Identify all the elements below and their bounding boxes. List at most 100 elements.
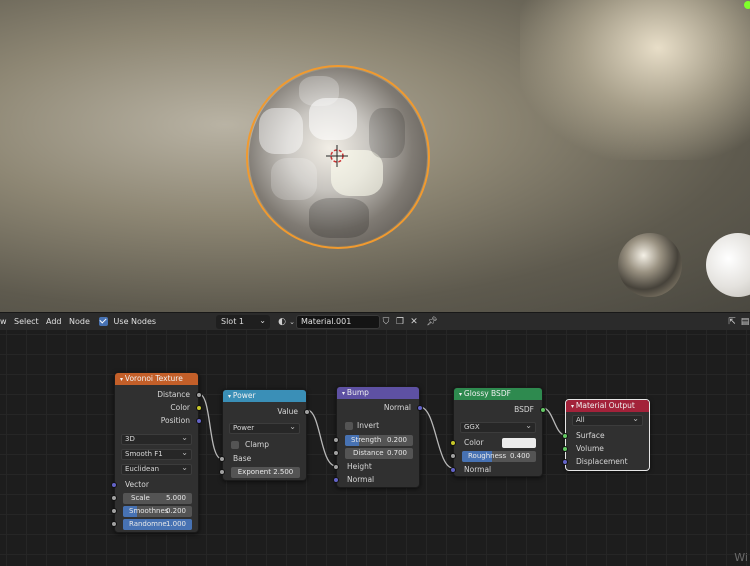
socket-vector-in[interactable] (111, 482, 117, 488)
node-title[interactable]: Bump (337, 387, 419, 399)
3d-cursor-icon (326, 145, 348, 167)
menu-select[interactable]: Select (14, 313, 39, 331)
power-math-node[interactable]: Power Value Power Clamp Base Exponent 2.… (219, 389, 310, 481)
output-normal: Normal (383, 403, 411, 412)
clamp-toggle[interactable]: Clamp (223, 439, 306, 450)
parent-node-tree-icon[interactable]: ⇱ (726, 316, 738, 328)
socket-exponent-in[interactable] (219, 469, 225, 475)
socket-distance-out[interactable] (196, 392, 202, 398)
node-editor-canvas[interactable]: Voronoi Texture Distance Color Position … (0, 330, 750, 566)
reflection-preview-sphere (618, 233, 682, 297)
input-height: Height (347, 462, 372, 471)
output-distance: Distance (157, 390, 190, 399)
distance-value: 0.700 (386, 449, 407, 457)
input-vector: Vector (125, 480, 149, 489)
node-title[interactable]: Voronoi Texture (115, 373, 198, 385)
operation-dropdown[interactable]: Power (229, 422, 300, 434)
socket-displacement-in[interactable] (562, 459, 568, 465)
clamp-checkbox[interactable] (231, 441, 239, 449)
menu-node[interactable]: Node (69, 313, 90, 331)
invert-toggle[interactable]: Invert (337, 420, 419, 431)
input-volume: Volume (576, 444, 604, 453)
background-highlight (520, 0, 750, 160)
input-surface: Surface (576, 431, 605, 440)
socket-color-out[interactable] (196, 405, 202, 411)
input-normal: Normal (347, 475, 375, 484)
output-value: Value (277, 407, 298, 416)
socket-roughness-in[interactable] (450, 453, 456, 459)
use-nodes-label: Use Nodes (113, 317, 157, 326)
socket-color-in[interactable] (450, 440, 456, 446)
link-glossy-output (542, 407, 566, 436)
fake-user-shield-icon[interactable]: ⛉ (380, 316, 392, 328)
socket-volume-in[interactable] (562, 446, 568, 452)
socket-height-in[interactable] (333, 464, 339, 470)
node-title[interactable]: Power (223, 390, 306, 402)
socket-surface-in[interactable] (562, 433, 568, 439)
dimensions-dropdown[interactable]: 3D (121, 433, 192, 445)
editor-options-icon[interactable]: ▤ (739, 316, 750, 328)
link-power-bump (306, 409, 337, 467)
voronoi-texture-node[interactable]: Voronoi Texture Distance Color Position … (111, 372, 202, 533)
target-dropdown[interactable]: All (572, 414, 643, 426)
roughness-label: Roughness (468, 452, 507, 460)
3d-viewport[interactable] (0, 0, 750, 312)
smoothness-field[interactable]: Smoothnes 0.200 (123, 506, 192, 517)
socket-bsdf-out[interactable] (540, 407, 546, 413)
distribution-dropdown[interactable]: GGX (460, 421, 536, 433)
diffuse-preview-sphere (706, 233, 750, 297)
roughness-field[interactable]: Roughness 0.400 (462, 451, 536, 462)
socket-smoothness-in[interactable] (111, 508, 117, 514)
input-displacement: Displacement (576, 457, 628, 466)
material-output-node[interactable]: Material Output All Surface Volume Displ… (562, 399, 650, 471)
node-title[interactable]: Glossy BSDF (454, 388, 542, 400)
scale-field[interactable]: Scale 5.000 (123, 493, 192, 504)
scale-label: Scale (131, 494, 150, 502)
menu-view[interactable]: w (0, 313, 7, 331)
socket-distance-in[interactable] (333, 450, 339, 456)
socket-normal-in[interactable] (333, 477, 339, 483)
glossy-bsdf-node[interactable]: Glossy BSDF BSDF GGX Color Roughness 0.4… (450, 387, 546, 477)
bump-node[interactable]: Bump Normal Invert Strength 0.200 Distan… (333, 386, 423, 488)
slot-label: Slot 1 (221, 317, 244, 326)
socket-scale-in[interactable] (111, 495, 117, 501)
menu-add[interactable]: Add (46, 313, 62, 331)
socket-base-in[interactable] (219, 456, 225, 462)
feature-dropdown[interactable]: Smooth F1 (121, 448, 192, 460)
smoothness-value: 0.200 (165, 507, 186, 515)
link-bump-glossy (419, 406, 454, 469)
checkbox-icon[interactable] (99, 317, 108, 326)
material-name-field[interactable]: Material.001 (296, 315, 380, 329)
socket-randomness-in[interactable] (111, 521, 117, 527)
pin-icon[interactable]: 📌︎ (426, 316, 438, 328)
use-nodes-toggle[interactable]: Use Nodes (99, 313, 156, 331)
smoothness-label: Smoothnes (129, 507, 169, 515)
invert-label: Invert (357, 421, 380, 430)
slot-dropdown[interactable]: Slot 1 ⌄ (216, 315, 270, 329)
unlink-close-icon[interactable]: ✕ (408, 316, 420, 328)
light-gizmo-icon[interactable] (744, 1, 750, 9)
chevron-down-icon: ⌄ (259, 316, 266, 325)
output-color: Color (170, 403, 190, 412)
node-editor-header: w Select Add Node Use Nodes Slot 1 ⌄ ◐ ⌄… (0, 312, 750, 330)
socket-position-out[interactable] (196, 418, 202, 424)
strength-field[interactable]: Strength 0.200 (345, 435, 413, 446)
distance-metric-dropdown[interactable]: Euclidean (121, 463, 192, 475)
duplicate-material-icon[interactable]: ❐ (394, 316, 406, 328)
exponent-field[interactable]: Exponent 2.500 (231, 467, 300, 478)
distance-field[interactable]: Distance 0.700 (345, 448, 413, 459)
color-swatch[interactable] (502, 438, 536, 448)
socket-value-out[interactable] (304, 409, 310, 415)
link-voronoi-power (198, 393, 223, 460)
invert-checkbox[interactable] (345, 422, 353, 430)
roughness-value: 0.400 (509, 452, 530, 460)
strength-label: Strength (351, 436, 382, 444)
socket-strength-in[interactable] (333, 437, 339, 443)
output-position: Position (160, 416, 190, 425)
socket-normal-out[interactable] (417, 405, 423, 411)
socket-normal-in[interactable] (450, 467, 456, 473)
randomness-label: Randomne (129, 520, 167, 528)
node-title[interactable]: Material Output (566, 400, 649, 412)
randomness-field[interactable]: Randomne 1.000 (123, 519, 192, 530)
input-normal: Normal (464, 465, 492, 474)
